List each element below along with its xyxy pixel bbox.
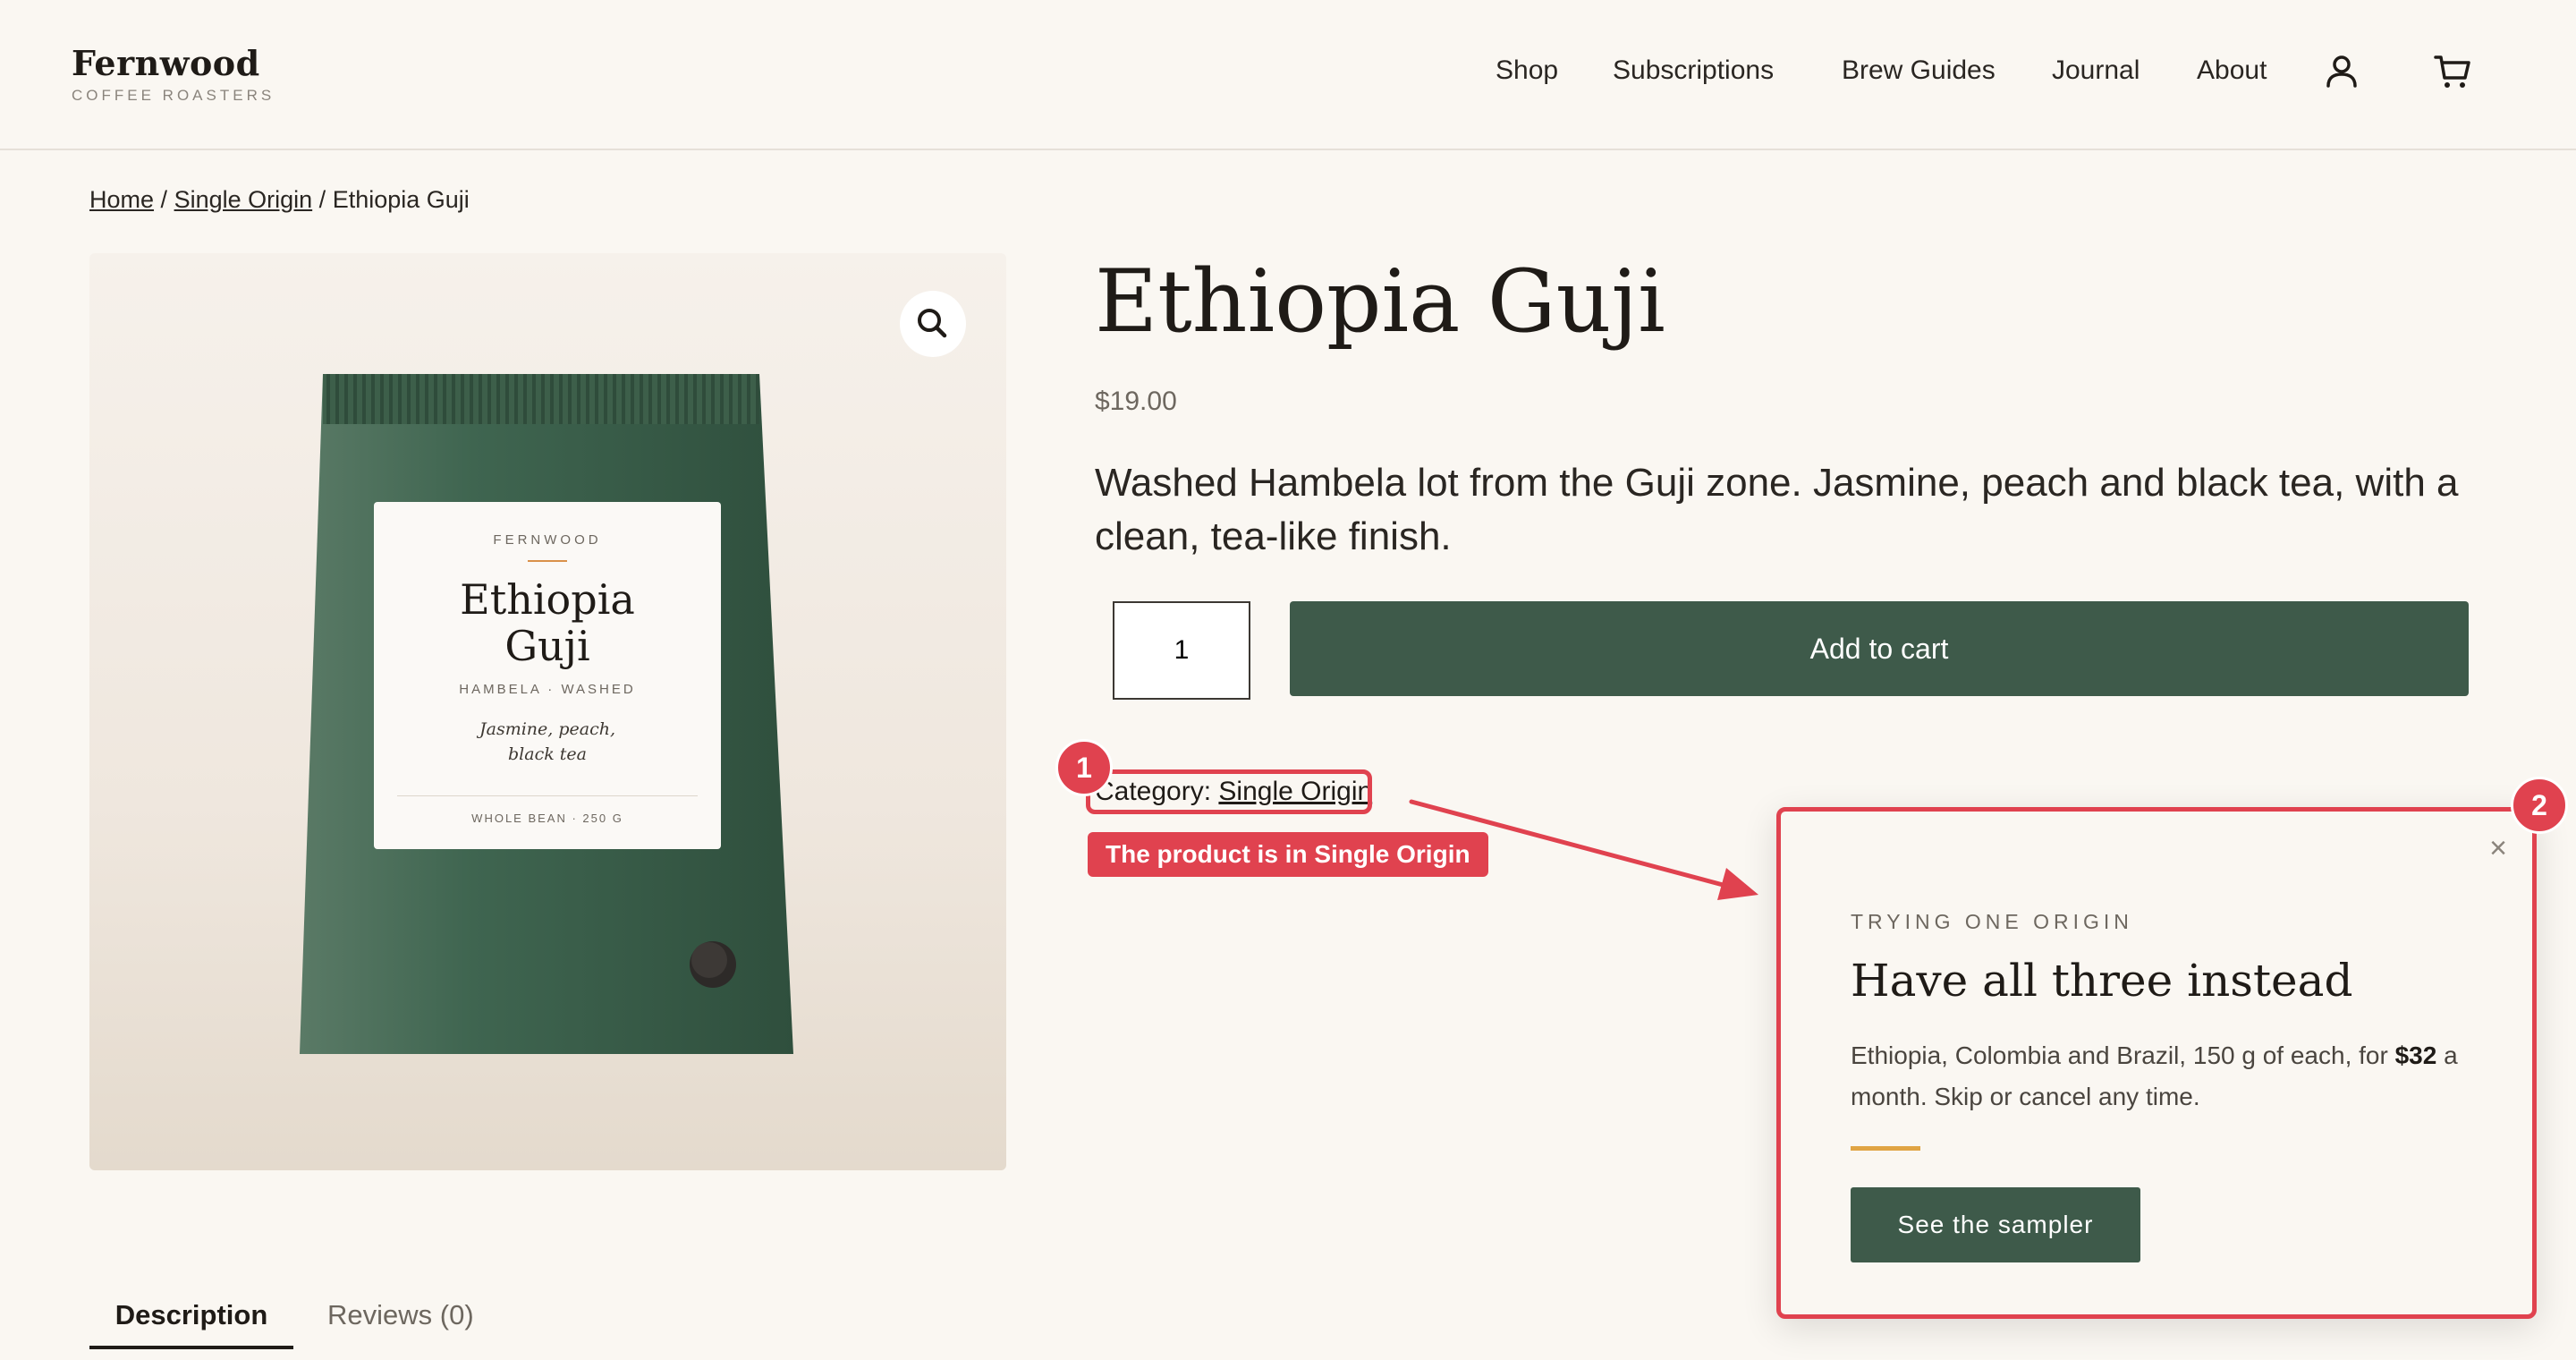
upsell-popup: × TRYING ONE ORIGIN Have all three inste… <box>1776 807 2537 1319</box>
popup-price: $32 <box>2394 1041 2437 1069</box>
popup-text-before: Ethiopia, Colombia and Brazil, 150 g of … <box>1851 1041 2388 1069</box>
see-sampler-button[interactable]: See the sampler <box>1851 1187 2140 1262</box>
tab-active-indicator <box>89 1346 293 1349</box>
popup-text: Ethiopia, Colombia and Brazil, 150 g of … <box>1851 1035 2477 1118</box>
popup-eyebrow: TRYING ONE ORIGIN <box>1851 910 2133 933</box>
tab-reviews[interactable]: Reviews (0) <box>327 1299 474 1331</box>
tab-description[interactable]: Description <box>89 1299 293 1331</box>
annotation-badge-2: 2 <box>2511 777 2568 834</box>
close-icon[interactable]: × <box>2489 831 2507 866</box>
popup-title: Have all three instead <box>1851 955 2353 1007</box>
popup-accent-rule <box>1851 1146 1920 1151</box>
